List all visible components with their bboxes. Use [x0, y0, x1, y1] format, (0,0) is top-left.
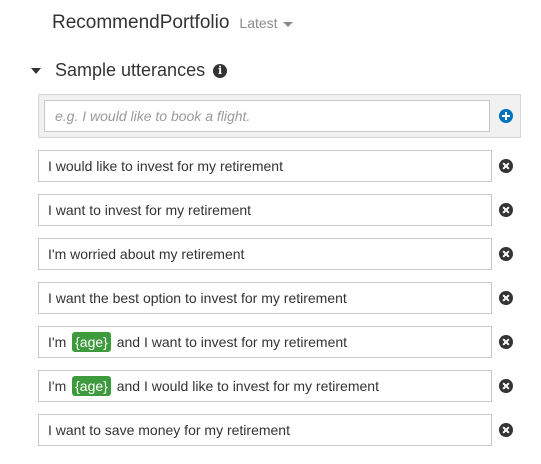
utterance-text: I want the best option to invest for my … [48, 290, 347, 306]
new-utterance-input[interactable] [44, 100, 490, 132]
chevron-down-icon [282, 21, 293, 27]
utterance-text: and I want to invest for my retirement [112, 334, 348, 350]
new-utterance-container [38, 94, 521, 138]
intent-header: RecommendPortfolio Latest [52, 12, 293, 34]
utterance-field[interactable]: I'm {age} and I would like to invest for… [38, 370, 492, 402]
remove-utterance-icon[interactable] [499, 335, 513, 349]
utterance-text: I'm [48, 378, 71, 394]
remove-utterance-icon[interactable] [499, 203, 513, 217]
utterance-text: I want to invest for my retirement [48, 202, 252, 218]
utterance-text: I would like to invest for my retirement [48, 158, 283, 174]
collapse-caret-icon[interactable] [31, 67, 41, 74]
utterance-field[interactable]: I'm worried about my retirement [38, 238, 492, 270]
sample-utterances-header[interactable]: Sample utterances i [31, 60, 228, 81]
utterance-field[interactable]: I want the best option to invest for my … [38, 282, 492, 314]
intent-name: RecommendPortfolio [52, 12, 230, 33]
utterance-text: I want to save money for my retirement [48, 422, 290, 438]
remove-utterance-icon[interactable] [499, 159, 513, 173]
utterance-field[interactable]: I would like to invest for my retirement [38, 150, 492, 182]
utterance-text: I'm worried about my retirement [48, 246, 245, 262]
remove-utterance-icon[interactable] [499, 247, 513, 261]
utterance-text: and I would like to invest for my retire… [112, 378, 379, 394]
slot-badge[interactable]: {age} [72, 332, 111, 352]
info-icon[interactable]: i [213, 63, 228, 78]
slot-badge[interactable]: {age} [72, 376, 111, 396]
remove-utterance-icon[interactable] [499, 291, 513, 305]
remove-utterance-icon[interactable] [499, 423, 513, 437]
version-label: Latest [239, 15, 278, 31]
section-title: Sample utterances [55, 60, 206, 80]
utterance-text: I'm [48, 334, 71, 350]
utterance-field[interactable]: I want to save money for my retirement [38, 414, 492, 446]
utterance-field[interactable]: I want to invest for my retirement [38, 194, 492, 226]
version-dropdown[interactable]: Latest [239, 15, 293, 31]
utterance-field[interactable]: I'm {age} and I want to invest for my re… [38, 326, 492, 358]
add-utterance-icon[interactable] [499, 109, 513, 123]
remove-utterance-icon[interactable] [499, 379, 513, 393]
